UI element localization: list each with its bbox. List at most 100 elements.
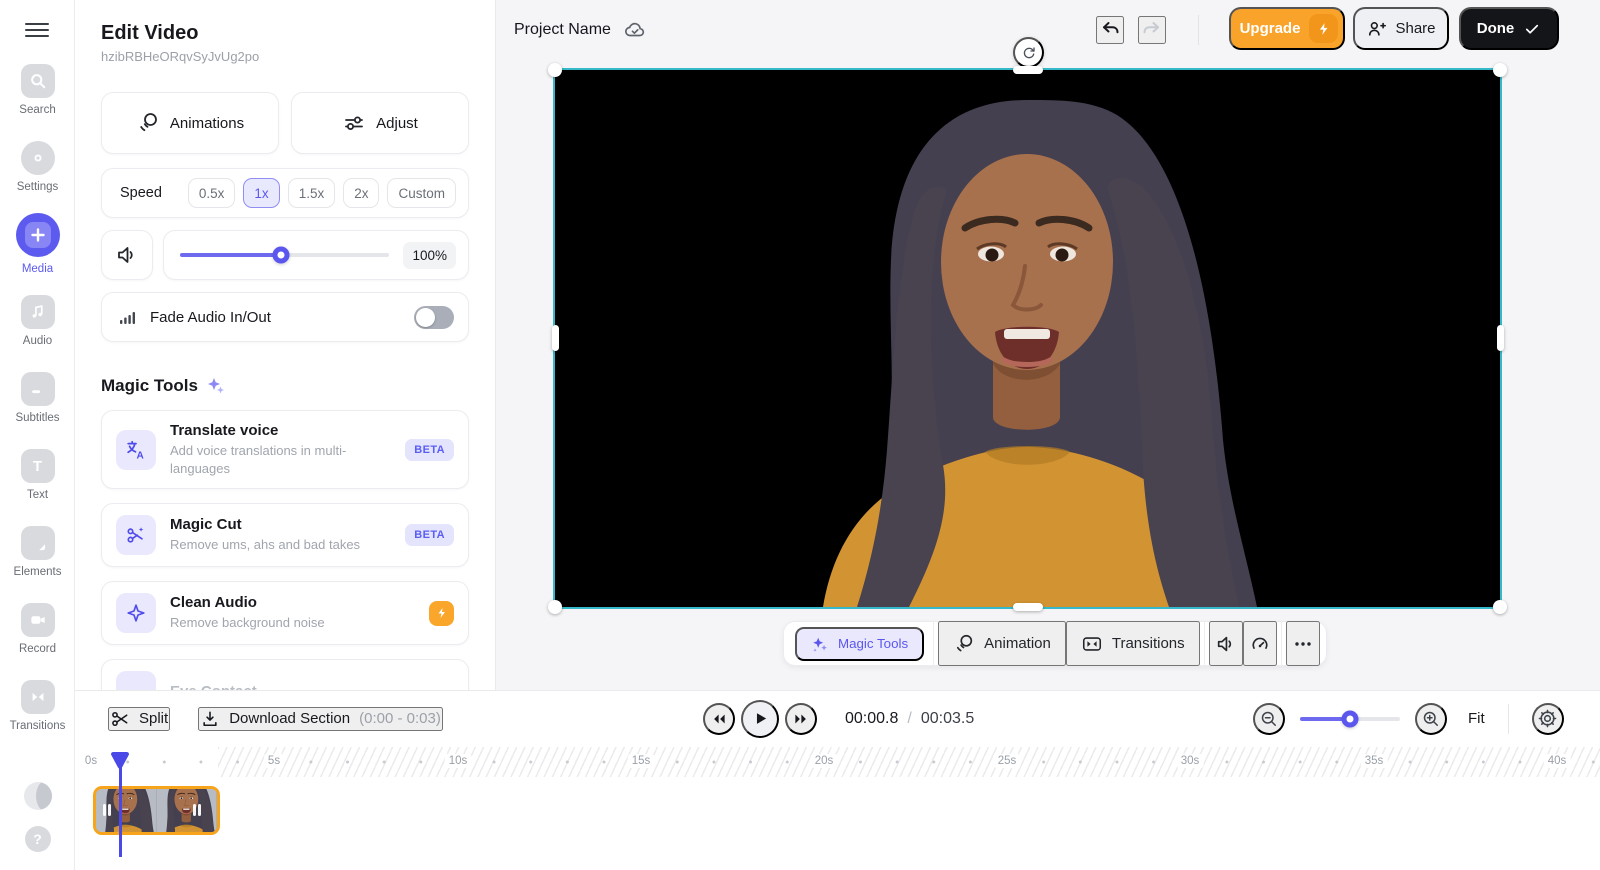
download-section-button[interactable]: Download Section (0:00 - 0:03) <box>198 707 443 731</box>
fade-audio-toggle[interactable] <box>414 306 454 329</box>
help-icon[interactable]: ? <box>25 826 51 852</box>
camera-icon <box>21 603 55 637</box>
tool-clean-audio[interactable]: Clean Audio Remove background noise <box>101 581 469 645</box>
ruler-label: 10s <box>445 754 472 768</box>
sidebar-label: Transitions <box>10 720 66 732</box>
clip-volume-button[interactable] <box>1209 621 1243 666</box>
fast-forward-button[interactable] <box>785 703 817 735</box>
sidebar-label: Search <box>19 104 55 116</box>
volume-slider[interactable] <box>180 253 389 257</box>
sidebar: Search Settings Media A <box>0 0 75 870</box>
zoom-in-button[interactable] <box>1415 703 1447 735</box>
page-title: Edit Video <box>101 22 469 45</box>
clip-trim-handle-right[interactable] <box>193 804 201 816</box>
sidebar-label: Record <box>19 643 56 655</box>
resize-handle-bottom[interactable] <box>1013 603 1043 611</box>
timeline-zoom-slider[interactable] <box>1300 717 1400 721</box>
sidebar-item-text[interactable]: T Text <box>0 441 75 518</box>
transitions-icon <box>1081 633 1103 655</box>
more-options-button[interactable] <box>1286 621 1320 666</box>
speed-option-0.5x[interactable]: 0.5x <box>188 178 236 208</box>
redo-button[interactable] <box>1138 16 1166 44</box>
speed-option-1.5x[interactable]: 1.5x <box>288 178 336 208</box>
animations-button[interactable]: Animations <box>101 92 279 154</box>
magic-cut-icon <box>116 515 156 555</box>
transitions-tab[interactable]: Transitions <box>1066 621 1200 666</box>
contrast-icon[interactable] <box>24 782 52 810</box>
sidebar-item-search[interactable]: Search <box>0 56 75 133</box>
tool-translate-voice[interactable]: A Translate voice Add voice translations… <box>101 410 469 489</box>
menu-icon[interactable] <box>25 21 49 39</box>
share-button[interactable]: Share <box>1353 7 1449 50</box>
gear-icon <box>21 141 55 175</box>
ellipsis-icon <box>1293 634 1313 654</box>
tool-magic-cut[interactable]: Magic Cut Remove ums, ahs and bad takes … <box>101 503 469 567</box>
speed-option-2x[interactable]: 2x <box>343 178 379 208</box>
speed-option-custom[interactable]: Custom <box>387 178 456 208</box>
split-button[interactable]: Split <box>108 707 170 731</box>
sidebar-item-elements[interactable]: Elements <box>0 518 75 595</box>
tool-partial[interactable]: Eye Contact <box>101 659 469 690</box>
lightning-icon <box>1309 14 1338 43</box>
resize-handle-top-left[interactable] <box>548 63 562 77</box>
timeline-ruler[interactable]: 0s 5s 10s 15s 20s 25s 30s 35s 40s <box>75 745 1600 778</box>
done-button[interactable]: Done <box>1459 7 1559 50</box>
pro-bolt-badge <box>429 601 454 626</box>
add-person-icon <box>1366 19 1386 39</box>
rewind-button[interactable] <box>703 703 735 735</box>
sidebar-item-settings[interactable]: Settings <box>0 133 75 210</box>
sidebar-item-audio[interactable]: Audio <box>0 287 75 364</box>
project-name[interactable]: Project Name <box>514 21 611 39</box>
speaker-icon <box>1215 633 1237 655</box>
timeline-video-clip[interactable] <box>93 786 220 835</box>
adjust-button[interactable]: Adjust <box>291 92 469 154</box>
transitions-icon <box>21 680 55 714</box>
rotate-handle[interactable] <box>1013 37 1044 68</box>
resize-handle-bottom-right[interactable] <box>1493 600 1507 614</box>
video-canvas[interactable] <box>555 70 1500 607</box>
resize-handle-top-right[interactable] <box>1493 63 1507 77</box>
scissors-icon <box>110 709 130 729</box>
playhead-handle[interactable] <box>108 751 132 771</box>
timeline-track[interactable] <box>75 778 1600 870</box>
sidebar-item-media[interactable]: Media <box>0 210 75 287</box>
sparkles-icon <box>811 635 829 653</box>
sidebar-item-subtitles[interactable]: Subtitles <box>0 364 75 441</box>
sparkles-icon <box>206 376 226 396</box>
sidebar-label: Subtitles <box>15 412 59 424</box>
video-id: hzibRBHeORqvSyJvUg2po <box>101 49 469 64</box>
resize-handle-right[interactable] <box>1497 325 1504 351</box>
ruler-label: 35s <box>1361 754 1388 768</box>
zoom-out-button[interactable] <box>1253 703 1285 735</box>
play-button[interactable] <box>741 700 779 738</box>
sidebar-item-transitions[interactable]: Transitions <box>0 672 75 749</box>
cloud-saved-icon <box>623 18 647 42</box>
clip-speed-button[interactable] <box>1243 621 1277 666</box>
upgrade-button[interactable]: Upgrade <box>1229 7 1345 50</box>
animation-tab[interactable]: Animation <box>938 621 1066 666</box>
toolbar-divider <box>1281 621 1282 666</box>
timeline-settings-button[interactable] <box>1532 703 1564 735</box>
sidebar-label: Text <box>27 489 48 501</box>
resize-handle-bottom-left[interactable] <box>548 600 562 614</box>
clip-trim-handle-left[interactable] <box>103 804 111 816</box>
undo-button[interactable] <box>1096 16 1124 44</box>
fit-button[interactable]: Fit <box>1468 710 1485 727</box>
resize-handle-left[interactable] <box>552 325 559 351</box>
speed-option-1x[interactable]: 1x <box>243 178 279 208</box>
resize-handle-top[interactable] <box>1013 66 1043 74</box>
beta-badge: BETA <box>405 439 454 461</box>
transport-divider <box>1508 704 1509 734</box>
sidebar-label: Media <box>22 263 53 275</box>
magic-tools-tab[interactable]: Magic Tools <box>795 627 924 661</box>
video-frame-person <box>555 70 1500 607</box>
sidebar-item-record[interactable]: Record <box>0 595 75 672</box>
transport-bar: Split Download Section (0:00 - 0:03) 00:… <box>75 690 1600 745</box>
tool-icon <box>116 671 156 690</box>
toolbar-divider <box>1204 621 1205 666</box>
total-time: 00:03.5 <box>921 710 974 728</box>
mute-button[interactable] <box>101 230 153 280</box>
subtitles-icon <box>21 372 55 406</box>
volume-slider-thumb[interactable] <box>272 247 289 264</box>
timeline-zoom-thumb[interactable] <box>1342 710 1359 727</box>
